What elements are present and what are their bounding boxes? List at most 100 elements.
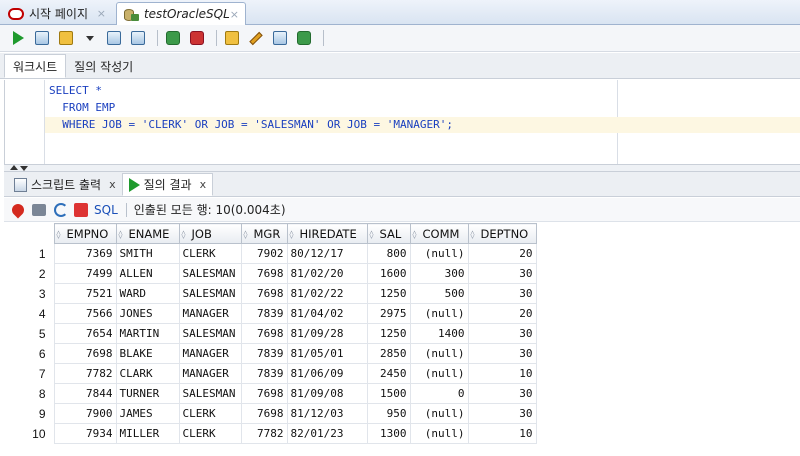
cell-hiredate[interactable]: 81/04/02 <box>286 303 368 324</box>
cell-empno[interactable]: 7521 <box>53 283 117 304</box>
column-header-empno[interactable]: ◊ EMPNO <box>53 223 117 244</box>
cell-sal[interactable]: 2975 <box>366 303 411 324</box>
column-header-deptno[interactable]: ◊ DEPTNO <box>467 223 537 244</box>
cell-ename[interactable]: BLAKE <box>115 343 180 364</box>
cell-job[interactable]: CLERK <box>178 423 242 444</box>
cell-deptno[interactable]: 30 <box>467 403 537 424</box>
run-script-button[interactable] <box>32 28 52 48</box>
cell-job[interactable]: SALESMAN <box>178 323 242 344</box>
cell-mgr[interactable]: 7698 <box>240 283 288 304</box>
cell-ename[interactable]: TURNER <box>115 383 180 404</box>
cell-deptno[interactable]: 30 <box>467 323 537 344</box>
cell-mgr[interactable]: 7839 <box>240 343 288 364</box>
cell-deptno[interactable]: 10 <box>467 423 537 444</box>
column-header-job[interactable]: ◊ JOB <box>178 223 242 244</box>
table-row[interactable]: 1 7369 SMITH CLERK 7902 80/12/17 800 (null) 20 <box>10 243 537 264</box>
table-row[interactable]: 3 7521 WARD SALESMAN 7698 81/02/22 1250 500 30 <box>10 283 537 304</box>
cell-comm[interactable]: 500 <box>409 283 469 304</box>
table-row[interactable]: 10 7934 MILLER CLERK 7782 82/01/23 1300 (null) 1… <box>10 423 537 444</box>
cell-sal[interactable]: 1250 <box>366 323 411 344</box>
column-header-sal[interactable]: ◊ SAL <box>366 223 411 244</box>
sql-editor[interactable]: SELECT * FROM EMP WHERE JOB = 'CLERK' OR… <box>4 80 800 164</box>
cell-hiredate[interactable]: 81/09/08 <box>286 383 368 404</box>
cell-sal[interactable]: 800 <box>366 243 411 264</box>
cell-mgr[interactable]: 7698 <box>240 403 288 424</box>
cell-comm[interactable]: (null) <box>409 403 469 424</box>
cell-sal[interactable]: 950 <box>366 403 411 424</box>
cell-comm[interactable]: 1400 <box>409 323 469 344</box>
column-header-hiredate[interactable]: ◊ HIREDATE <box>286 223 368 244</box>
cell-empno[interactable]: 7844 <box>53 383 117 404</box>
cell-job[interactable]: MANAGER <box>178 363 242 384</box>
table-row[interactable]: 5 7654 MARTIN SALESMAN 7698 81/09/28 1250 1400 3… <box>10 323 537 344</box>
cell-hiredate[interactable]: 82/01/23 <box>286 423 368 444</box>
cell-comm[interactable]: 0 <box>409 383 469 404</box>
cell-ename[interactable]: JONES <box>115 303 180 324</box>
tab-start-page[interactable]: 시작 페이지 × <box>2 2 112 25</box>
cell-job[interactable]: SALESMAN <box>178 263 242 284</box>
table-row[interactable]: 4 7566 JONES MANAGER 7839 81/04/02 2975 (null) 2… <box>10 303 537 324</box>
unshared-sql-button[interactable] <box>222 28 242 48</box>
close-icon[interactable]: × <box>230 8 239 21</box>
cell-mgr[interactable]: 7698 <box>240 323 288 344</box>
cell-job[interactable]: SALESMAN <box>178 283 242 304</box>
delete-icon[interactable] <box>74 202 88 217</box>
clear-button[interactable] <box>246 28 266 48</box>
cell-hiredate[interactable]: 81/09/28 <box>286 323 368 344</box>
cell-comm[interactable]: (null) <box>409 423 469 444</box>
cell-empno[interactable]: 7369 <box>53 243 117 264</box>
cell-mgr[interactable]: 7698 <box>240 263 288 284</box>
cell-hiredate[interactable]: 81/06/09 <box>286 363 368 384</box>
close-icon[interactable]: x <box>109 178 116 191</box>
sql-history-button[interactable] <box>270 28 290 48</box>
refresh-icon[interactable] <box>54 202 68 217</box>
cell-empno[interactable]: 7654 <box>53 323 117 344</box>
cell-comm[interactable]: (null) <box>409 363 469 384</box>
cell-mgr[interactable]: 7782 <box>240 423 288 444</box>
cell-ename[interactable]: JAMES <box>115 403 180 424</box>
column-header-comm[interactable]: ◊ COMM <box>409 223 469 244</box>
format-button[interactable] <box>294 28 314 48</box>
table-row[interactable]: 6 7698 BLAKE MANAGER 7839 81/05/01 2850 (null) 3… <box>10 343 537 364</box>
cell-sal[interactable]: 2850 <box>366 343 411 364</box>
print-icon[interactable] <box>32 203 46 216</box>
cell-mgr[interactable]: 7839 <box>240 363 288 384</box>
cell-empno[interactable]: 7566 <box>53 303 117 324</box>
close-icon[interactable]: × <box>97 7 106 20</box>
cell-hiredate[interactable]: 81/05/01 <box>286 343 368 364</box>
collapse-down-icon[interactable] <box>20 166 28 171</box>
column-header-ename[interactable]: ◊ ENAME <box>115 223 180 244</box>
cell-hiredate[interactable]: 81/02/22 <box>286 283 368 304</box>
cell-empno[interactable]: 7900 <box>53 403 117 424</box>
tab-query-result[interactable]: 질의 결과 x <box>121 173 214 196</box>
cell-hiredate[interactable]: 81/02/20 <box>286 263 368 284</box>
expand-up-icon[interactable] <box>10 165 18 170</box>
cell-ename[interactable]: MARTIN <box>115 323 180 344</box>
table-row[interactable]: 2 7499 ALLEN SALESMAN 7698 81/02/20 1600 300 30 <box>10 263 537 284</box>
tab-query-builder[interactable]: 질의 작성기 <box>66 54 141 78</box>
cell-sal[interactable]: 2450 <box>366 363 411 384</box>
cell-job[interactable]: CLERK <box>178 403 242 424</box>
code-line-3[interactable]: WHERE JOB = 'CLERK' OR JOB = 'SALESMAN' … <box>45 117 800 133</box>
commit-button[interactable] <box>163 28 183 48</box>
cell-sal[interactable]: 1500 <box>366 383 411 404</box>
code-line-2[interactable]: FROM EMP <box>49 100 115 116</box>
pane-splitter[interactable] <box>4 164 800 172</box>
cell-sal[interactable]: 1250 <box>366 283 411 304</box>
cell-mgr[interactable]: 7839 <box>240 303 288 324</box>
cell-job[interactable]: SALESMAN <box>178 383 242 404</box>
cell-ename[interactable]: MILLER <box>115 423 180 444</box>
rollback-button[interactable] <box>187 28 207 48</box>
pin-icon[interactable] <box>9 201 27 218</box>
autotrace-button[interactable] <box>56 28 76 48</box>
cell-ename[interactable]: CLARK <box>115 363 180 384</box>
cell-comm[interactable]: (null) <box>409 343 469 364</box>
cell-deptno[interactable]: 20 <box>467 243 537 264</box>
run-statement-button[interactable] <box>8 28 28 48</box>
sql-link[interactable]: SQL <box>94 203 118 217</box>
cell-comm[interactable]: 300 <box>409 263 469 284</box>
cell-deptno[interactable]: 30 <box>467 343 537 364</box>
autotrace-dropdown[interactable] <box>80 28 100 48</box>
cell-ename[interactable]: WARD <box>115 283 180 304</box>
tab-worksheet[interactable]: 워크시트 <box>4 54 67 78</box>
